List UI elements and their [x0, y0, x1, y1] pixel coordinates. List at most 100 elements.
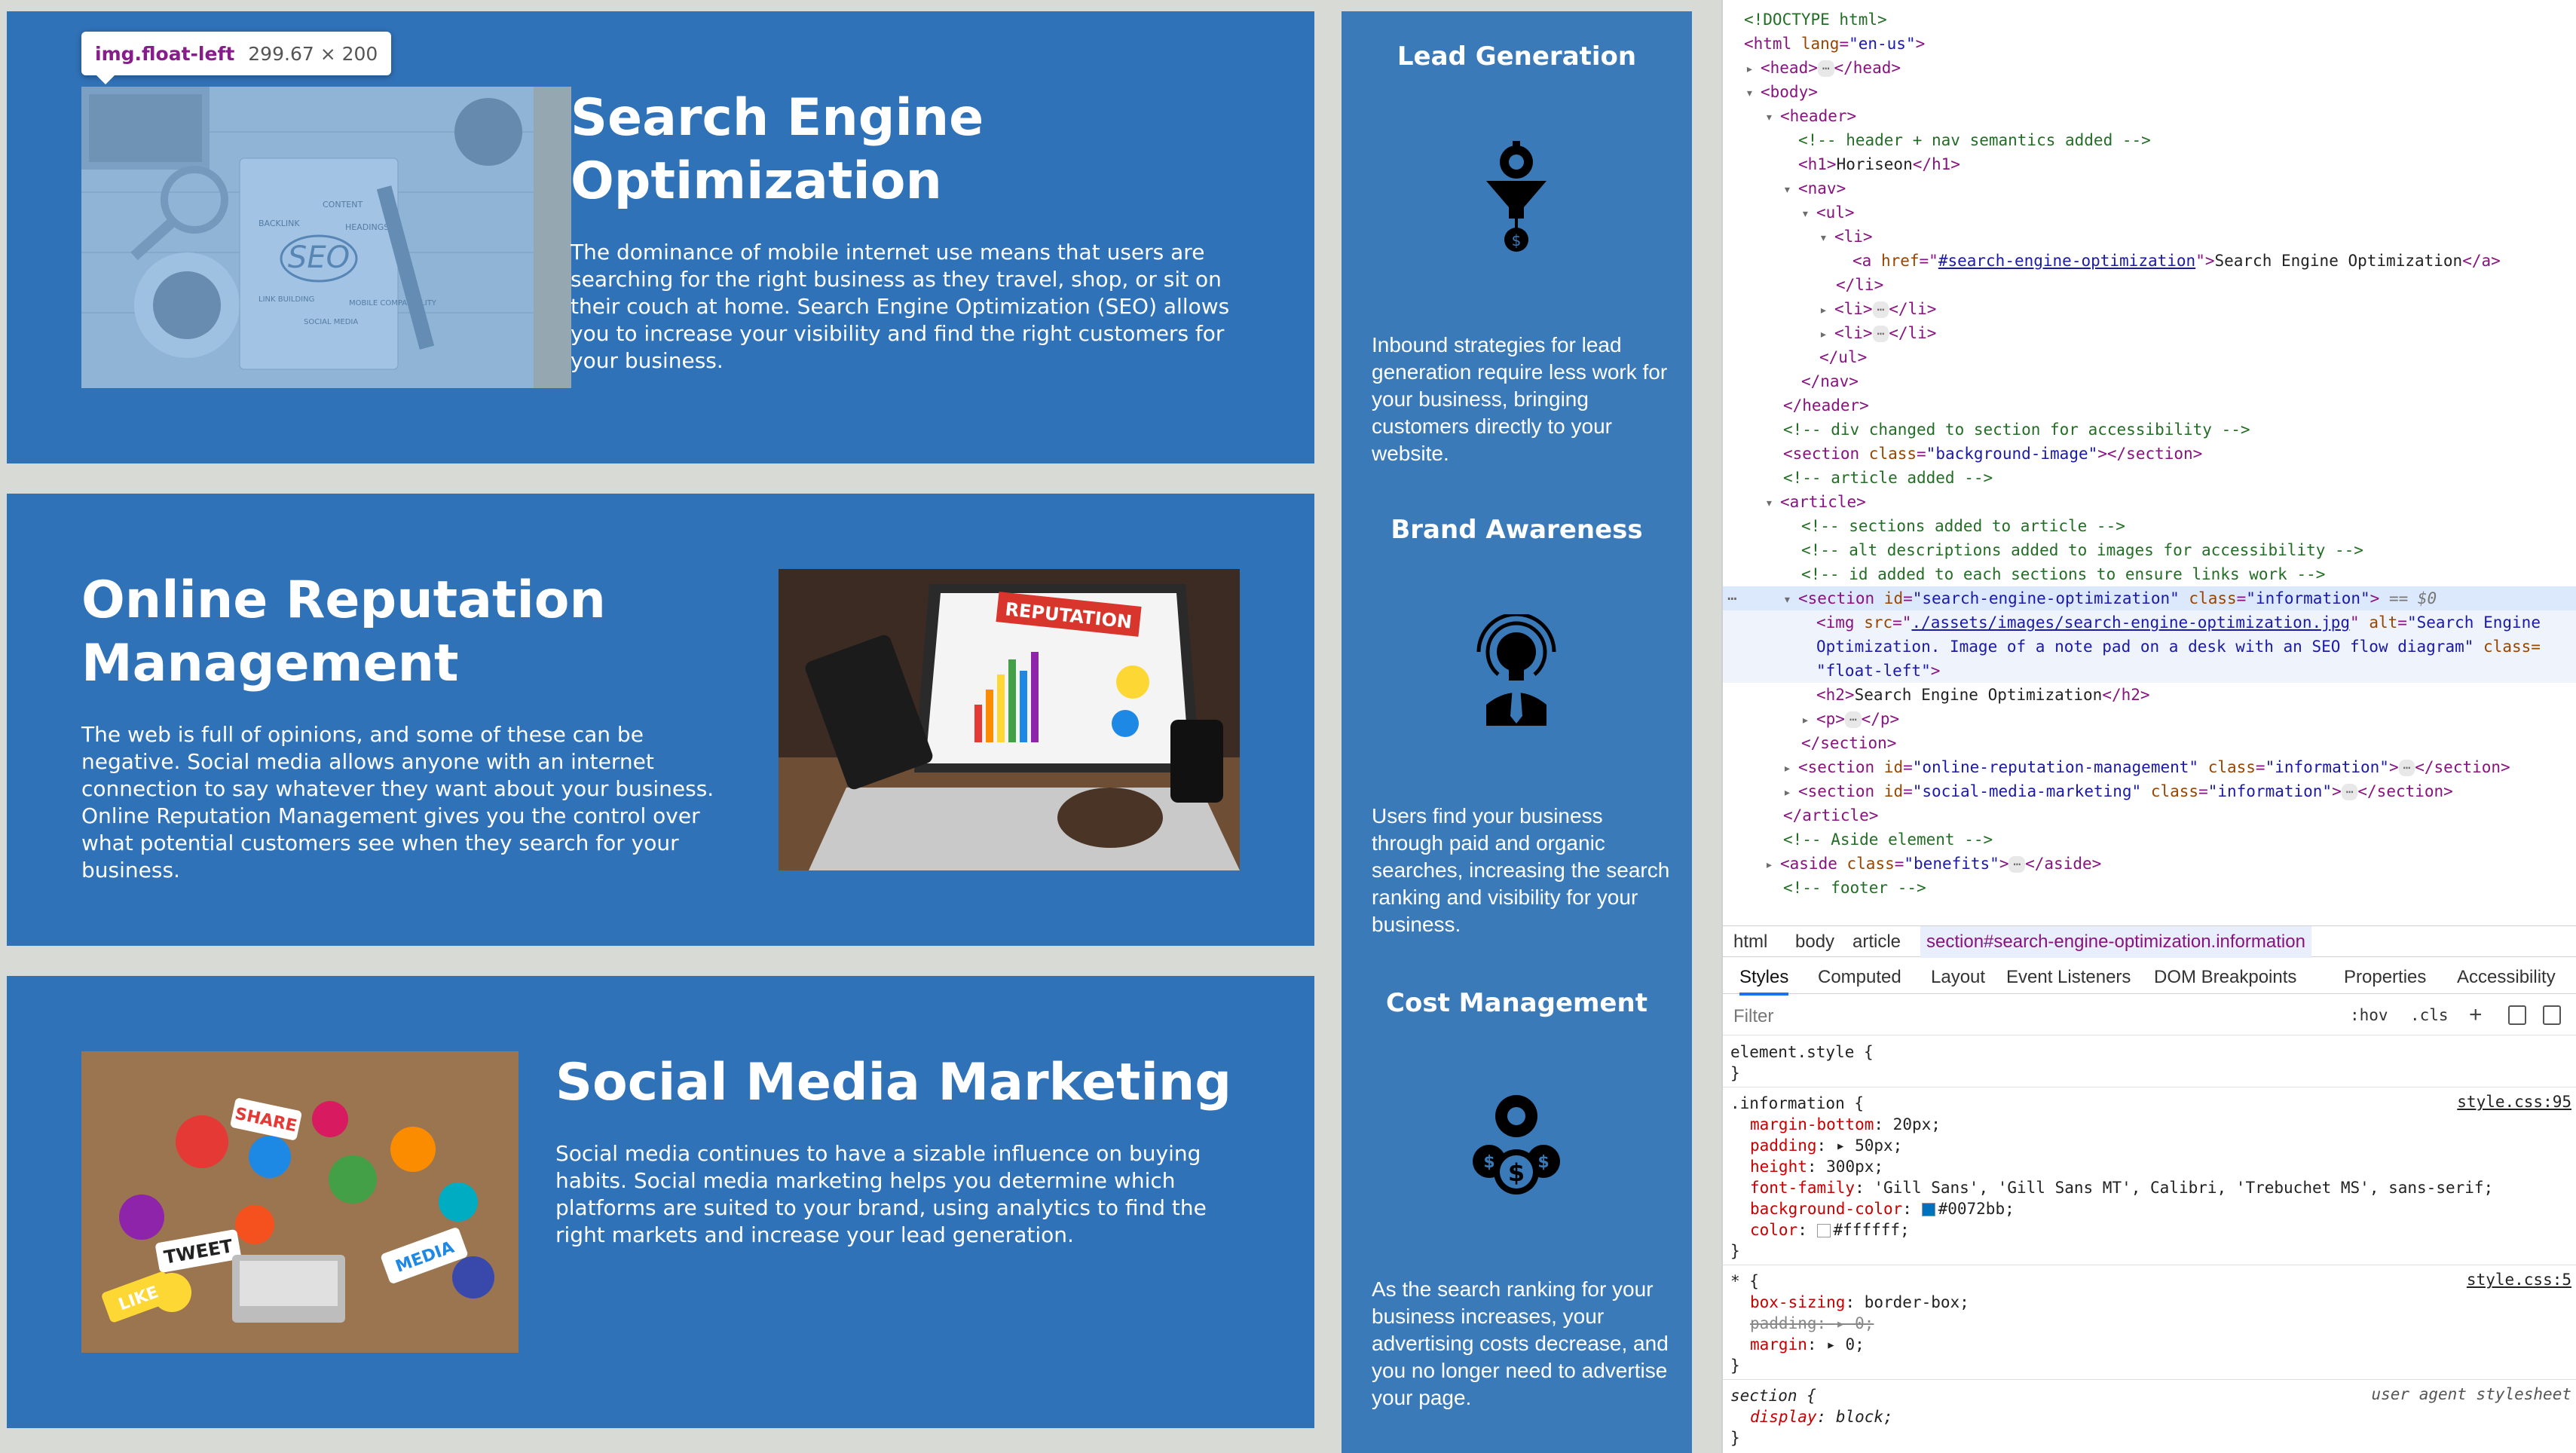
dom-line-selected[interactable]: ⋯ ▾ <section id="search-engine-optimizatio… [1723, 586, 2576, 610]
expand-triangle-icon[interactable]: ▸ [1801, 708, 1816, 733]
dom-line[interactable]: </article> [1723, 803, 2576, 827]
dom-line[interactable]: <!-- sections added to article --> [1723, 514, 2576, 538]
collapse-triangle-icon[interactable]: ▾ [1765, 491, 1780, 515]
collapse-triangle-icon[interactable]: ▾ [1765, 106, 1780, 130]
collapsed-ellipsis[interactable]: ⋯ [2008, 856, 2026, 873]
benefit-title-cost-management: Cost Management [1386, 988, 1647, 1018]
dom-line[interactable]: <h1>Horiseon</h1> [1723, 152, 2576, 176]
collapse-triangle-icon[interactable]: ▾ [1819, 226, 1834, 250]
dom-line[interactable]: </nav> [1723, 369, 2576, 393]
dom-line[interactable]: ▸ <li> ⋯ </li> [1723, 321, 2576, 345]
dom-line[interactable]: </section> [1723, 731, 2576, 755]
dom-line[interactable]: Optimization. Image of a note pad on a d… [1723, 635, 2576, 659]
rule-declaration[interactable]: margin-bottom: 20px; [1750, 1114, 1941, 1135]
rule-declaration[interactable]: padding: ▸ 50px; [1750, 1135, 1902, 1156]
dom-line[interactable]: <h2>Search Engine Optimization</h2> [1723, 683, 2576, 707]
collapsed-ellipsis[interactable]: ⋯ [1817, 60, 1834, 77]
breadcrumb-item[interactable]: html [1733, 926, 1767, 958]
dom-line[interactable]: </ul> [1723, 345, 2576, 369]
rule-declaration[interactable]: display: block; [1750, 1406, 1893, 1427]
social-media-image: SHARE TWEET LIKE MEDIA [81, 1051, 519, 1353]
breadcrumb-item[interactable]: article [1852, 926, 1901, 958]
dom-line[interactable]: ▸ <li> ⋯ </li> [1723, 297, 2576, 321]
dom-line[interactable]: ▸ <section id="online-reputation-manageme… [1723, 755, 2576, 779]
new-rule-icon[interactable]: + [2469, 1002, 2483, 1028]
tab-layout[interactable]: Layout [1931, 967, 1985, 988]
dom-line[interactable]: <!DOCTYPE html> [1723, 8, 2576, 32]
dom-line[interactable]: ▸ <head> ⋯ </head> [1723, 56, 2576, 80]
collapse-triangle-icon[interactable]: ▾ [1745, 81, 1761, 106]
collapse-triangle-icon[interactable]: ▾ [1783, 588, 1798, 612]
collapsed-ellipsis[interactable]: ⋯ [2398, 760, 2415, 776]
rule-star-selector[interactable]: * { [1730, 1271, 1759, 1292]
rule-declaration-overridden[interactable]: padding: ▸ 0; [1750, 1313, 1874, 1334]
expand-triangle-icon[interactable]: ▸ [1765, 853, 1780, 877]
tab-event-listeners[interactable]: Event Listeners [2006, 967, 2131, 988]
expand-triangle-icon[interactable]: ▸ [1783, 781, 1798, 805]
row-more-icon[interactable]: ⋯ [1727, 586, 1737, 610]
dom-line[interactable]: <!-- article added --> [1723, 466, 2576, 490]
dom-line[interactable]: ▸ <section id="social-media-marketing" cl… [1723, 779, 2576, 803]
tab-properties[interactable]: Properties [2344, 967, 2426, 988]
rule-declaration[interactable]: color: #ffffff; [1750, 1219, 1910, 1240]
breadcrumb-item-current[interactable]: section#search-engine-optimization.infor… [1920, 926, 2311, 958]
rule-source-link[interactable]: style.css:95 [2457, 1093, 2571, 1111]
dom-line[interactable]: </li> [1723, 273, 2576, 297]
dom-line[interactable]: <img src="./assets/images/search-engine-… [1723, 610, 2576, 635]
tab-styles[interactable]: Styles [1739, 967, 1789, 996]
tab-computed[interactable]: Computed [1818, 967, 1901, 988]
dom-line[interactable]: ▾ <article> [1723, 490, 2576, 514]
dom-href-link[interactable]: #search-engine-optimization [1938, 252, 2195, 270]
collapse-triangle-icon[interactable]: ▾ [1783, 178, 1798, 202]
rule-declaration[interactable]: font-family: 'Gill Sans', 'Gill Sans MT'… [1750, 1177, 2493, 1198]
rule-element-style[interactable]: element.style { [1730, 1042, 1874, 1063]
collapsed-ellipsis[interactable]: ⋯ [2341, 784, 2358, 800]
collapsed-ellipsis[interactable]: ⋯ [1844, 711, 1862, 728]
dom-line[interactable]: ▾ <nav> [1723, 176, 2576, 200]
dom-line[interactable]: ▾ <ul> [1723, 200, 2576, 225]
rule-declaration[interactable]: box-sizing: border-box; [1750, 1292, 1969, 1313]
expand-triangle-icon[interactable]: ▸ [1783, 757, 1798, 781]
dom-line[interactable]: </header> [1723, 393, 2576, 418]
dom-tree[interactable]: <!DOCTYPE html> <html lang="en-us"> ▸ <he… [1723, 0, 2576, 919]
dom-line[interactable]: <!-- id added to each sections to ensure… [1723, 562, 2576, 586]
dom-line[interactable]: <!-- div changed to section for accessib… [1723, 418, 2576, 442]
tab-dom-breakpoints[interactable]: DOM Breakpoints [2154, 967, 2296, 988]
breadcrumb-item[interactable]: body [1795, 926, 1834, 958]
dom-line[interactable]: <a href="#search-engine-optimization">Se… [1723, 249, 2576, 273]
expand-triangle-icon[interactable]: ▸ [1745, 57, 1761, 81]
dom-line[interactable]: ▾ <body> [1723, 80, 2576, 104]
dom-line[interactable]: "float-left"> [1723, 659, 2576, 683]
rule-source-link[interactable]: style.css:5 [2467, 1271, 2571, 1289]
paint-icon[interactable] [2508, 1005, 2526, 1025]
collapsed-ellipsis[interactable]: ⋯ [1872, 301, 1889, 318]
dom-line[interactable]: ▾ <header> [1723, 104, 2576, 128]
tab-accessibility[interactable]: Accessibility [2457, 967, 2556, 988]
dom-line[interactable]: ▾ <li> [1723, 225, 2576, 249]
rule-section-selector[interactable]: section { [1730, 1385, 1816, 1406]
dom-src-link[interactable]: ./assets/images/search-engine-optimizati… [1911, 613, 2350, 632]
expand-triangle-icon[interactable]: ▸ [1819, 323, 1834, 347]
expand-triangle-icon[interactable]: ▸ [1819, 298, 1834, 323]
dom-line[interactable]: <!-- footer --> [1723, 876, 2576, 900]
cls-toggle[interactable]: .cls [2410, 1006, 2449, 1024]
dom-line[interactable]: <!-- alt descriptions added to images fo… [1723, 538, 2576, 562]
dom-line[interactable]: ▸ <p> ⋯ </p> [1723, 707, 2576, 731]
collapsed-ellipsis[interactable]: ⋯ [1872, 326, 1889, 342]
collapse-triangle-icon[interactable]: ▾ [1801, 202, 1816, 226]
color-swatch[interactable] [1816, 1224, 1831, 1237]
rule-information-selector[interactable]: .information { [1730, 1093, 1864, 1114]
filter-input[interactable]: Filter [1733, 1006, 1773, 1027]
color-swatch[interactable] [1921, 1203, 1935, 1216]
dom-line[interactable]: <section class="background-image"></sect… [1723, 442, 2576, 466]
rule-declaration[interactable]: height: 300px; [1750, 1156, 1883, 1177]
dom-line[interactable]: ▸ <aside class="benefits"> ⋯ </aside> [1723, 852, 2576, 876]
dom-line[interactable]: <!-- header + nav semantics added --> [1723, 128, 2576, 152]
seo-image-label: MOBILE COMPATIBILITY [349, 299, 437, 307]
rule-declaration[interactable]: background-color: #0072bb; [1750, 1198, 2015, 1219]
sidebar-toggle-icon[interactable] [2543, 1005, 2561, 1025]
hov-toggle[interactable]: :hov [2350, 1006, 2388, 1024]
dom-line[interactable]: <html lang="en-us"> [1723, 32, 2576, 56]
dom-line[interactable]: <!-- Aside element --> [1723, 827, 2576, 852]
rule-declaration[interactable]: margin: ▸ 0; [1750, 1334, 1865, 1355]
